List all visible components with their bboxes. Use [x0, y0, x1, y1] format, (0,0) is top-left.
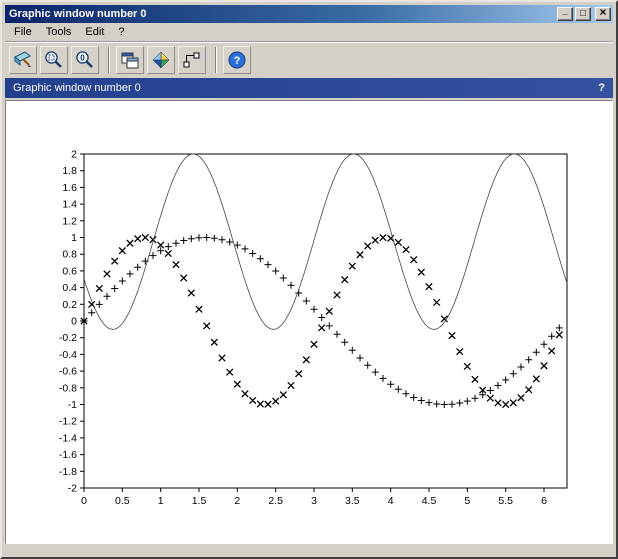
minimize-button[interactable]: _ [557, 7, 573, 21]
copy-clipboard-icon [13, 50, 33, 70]
menubar: File Tools Edit ? [5, 23, 613, 41]
zoom-out-zero-glyph: 0 [80, 53, 85, 62]
help-question-glyph: ? [234, 55, 241, 67]
svg-text:1: 1 [71, 232, 77, 244]
svg-text:-1.4: -1.4 [59, 432, 77, 444]
axes-box [84, 154, 567, 488]
maximize-button[interactable]: □ [575, 7, 591, 21]
window-title: Graphic window number 0 [9, 8, 555, 20]
toolbar-separator [215, 47, 217, 73]
minimize-icon: _ [558, 6, 572, 17]
graphic-window: Graphic window number 0 _ □ × File Tools… [0, 0, 618, 559]
svg-text:1.8: 1.8 [62, 165, 77, 177]
window-controls: _ □ × [555, 7, 611, 21]
svg-text:-0.8: -0.8 [59, 382, 77, 394]
svg-text:0.2: 0.2 [62, 299, 77, 311]
menu-edit[interactable]: Edit [78, 24, 111, 40]
copy-clipboard-button[interactable] [9, 46, 37, 74]
zoom-out-icon: 0 [75, 50, 95, 70]
svg-text:1.2: 1.2 [62, 215, 77, 227]
svg-text:3.5: 3.5 [345, 495, 360, 507]
svg-text:1.4: 1.4 [62, 199, 77, 211]
svg-text:2.5: 2.5 [268, 495, 283, 507]
datatip-button[interactable] [178, 46, 206, 74]
rotate-3d-icon [151, 50, 171, 70]
svg-text:0.4: 0.4 [62, 282, 77, 294]
close-icon: × [596, 7, 610, 18]
infobar-text: Graphic window number 0 [13, 82, 141, 94]
svg-text:5.5: 5.5 [498, 495, 513, 507]
svg-text:1.6: 1.6 [62, 182, 77, 194]
svg-text:-1.2: -1.2 [59, 416, 77, 428]
svg-text:0.6: 0.6 [62, 265, 77, 277]
svg-text:0: 0 [81, 495, 87, 507]
menu-help[interactable]: ? [111, 24, 131, 40]
svg-text:6: 6 [541, 495, 547, 507]
svg-text:-0.6: -0.6 [59, 366, 77, 378]
svg-text:2: 2 [71, 149, 77, 161]
help-button[interactable]: ? [223, 46, 251, 74]
figure-editor-icon [120, 50, 140, 70]
svg-text:0: 0 [71, 316, 77, 328]
svg-text:-0.2: -0.2 [59, 332, 77, 344]
svg-text:-0.4: -0.4 [59, 349, 77, 361]
svg-text:3: 3 [311, 495, 317, 507]
svg-text:1: 1 [158, 495, 164, 507]
svg-text:4.5: 4.5 [422, 495, 437, 507]
infobar: Graphic window number 0 ? [5, 78, 613, 98]
svg-text:5: 5 [464, 495, 470, 507]
infobar-help-icon[interactable]: ? [598, 82, 605, 94]
figure-editor-button[interactable] [116, 46, 144, 74]
toolbar: 0 [5, 41, 613, 77]
svg-text:4: 4 [388, 495, 394, 507]
svg-text:2: 2 [234, 495, 240, 507]
plot-client-area[interactable]: 2 1.8 1.6 1.4 1.2 1 0.8 0.6 0.4 0.2 0 -0.2 -0.4 -0.6 -… [5, 100, 613, 544]
help-icon: ? [227, 50, 247, 70]
datatip-icon [182, 50, 202, 70]
plot-svg[interactable]: 2 1.8 1.6 1.4 1.2 1 0.8 0.6 0.4 0.2 0 -0.2 -0.4 -0.6 -… [6, 101, 612, 543]
svg-text:-2: -2 [68, 483, 77, 495]
svg-text:-1: -1 [68, 399, 77, 411]
rotate-3d-button[interactable] [147, 46, 175, 74]
menu-file[interactable]: File [7, 24, 39, 40]
zoom-in-icon [44, 50, 64, 70]
menu-tools[interactable]: Tools [39, 24, 79, 40]
zoom-out-button[interactable]: 0 [71, 46, 99, 74]
svg-text:-1.8: -1.8 [59, 466, 77, 478]
close-button[interactable]: × [595, 7, 611, 21]
svg-text:1.5: 1.5 [192, 495, 207, 507]
svg-text:-1.6: -1.6 [59, 449, 77, 461]
titlebar[interactable]: Graphic window number 0 _ □ × [5, 5, 613, 23]
svg-text:0.8: 0.8 [62, 249, 77, 261]
zoom-in-button[interactable] [40, 46, 68, 74]
svg-text:0.5: 0.5 [115, 495, 130, 507]
maximize-icon: □ [576, 8, 590, 19]
toolbar-separator [108, 47, 110, 73]
